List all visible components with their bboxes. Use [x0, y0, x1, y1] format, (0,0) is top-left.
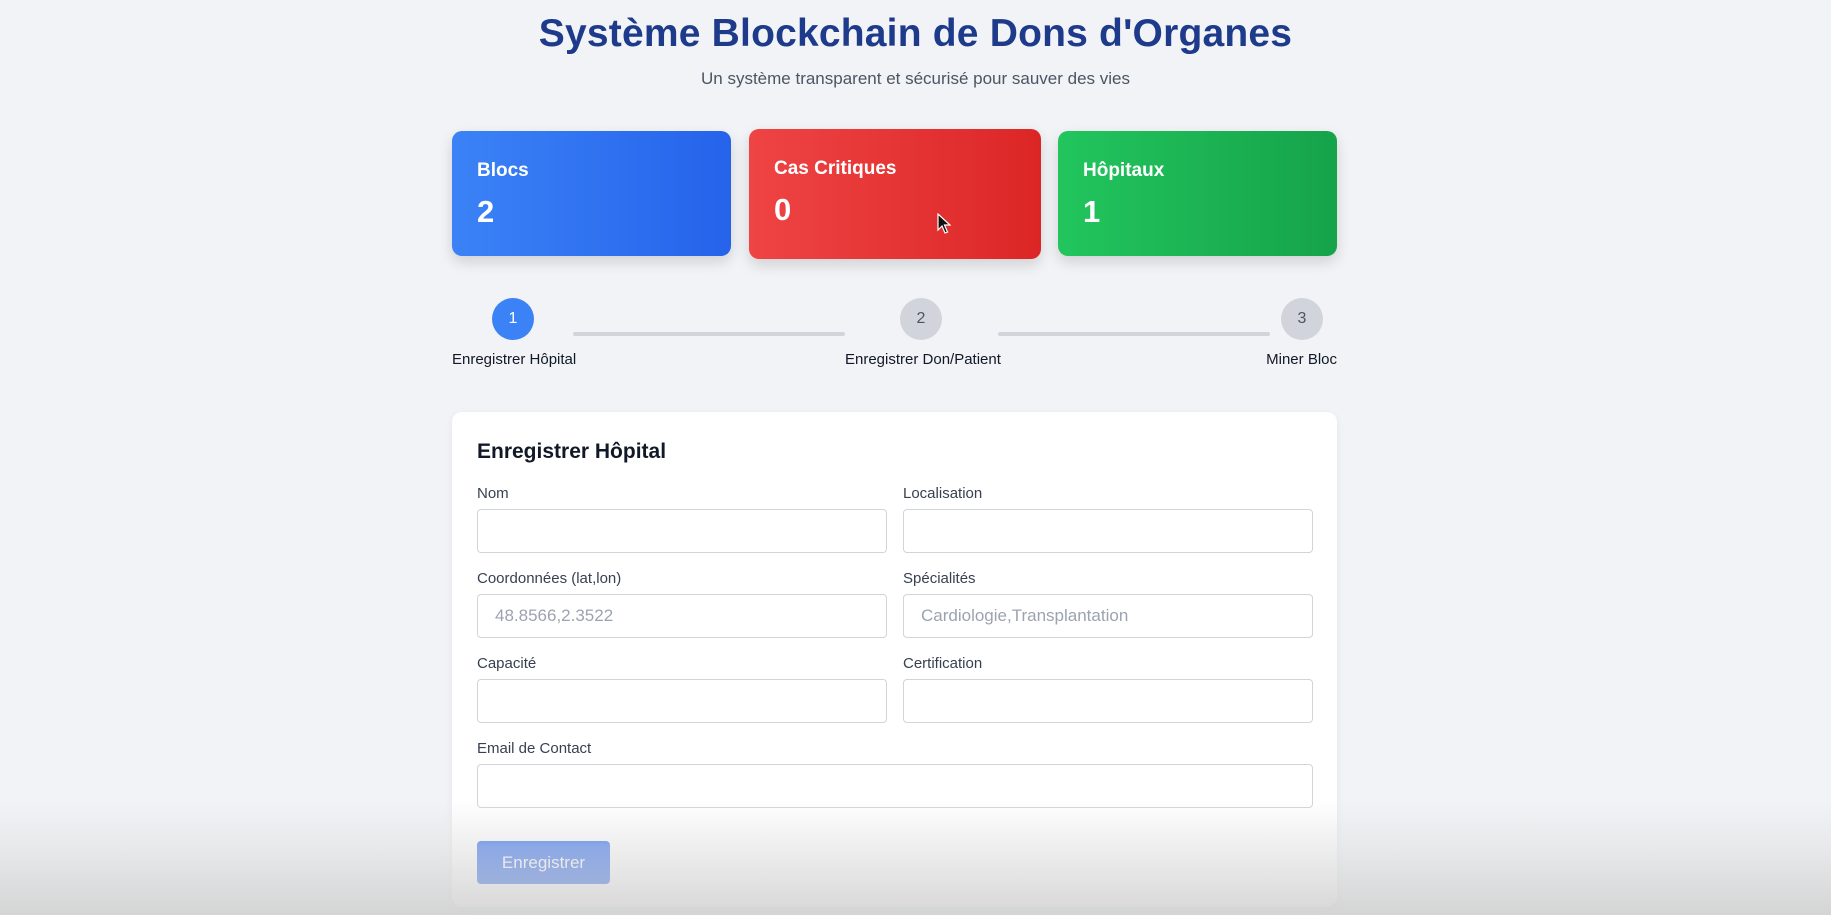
step-label-1: Enregistrer Hôpital: [452, 351, 577, 368]
stat-card-critical: Cas Critiques 0: [749, 129, 1041, 259]
progress-stepper: 1 Enregistrer Hôpital 2 Enregistrer Don/…: [452, 298, 1337, 368]
step-label-3: Miner Bloc: [1266, 351, 1337, 368]
certification-label: Certification: [903, 655, 983, 672]
step-connector-2: [998, 332, 1270, 336]
stat-label-critical: Cas Critiques: [774, 158, 897, 179]
stat-label-blocks: Blocs: [477, 160, 529, 181]
stats-cards: Blocs 2 Cas Critiques 0 Hôpitaux 1: [452, 129, 1337, 259]
step-circle-1[interactable]: 1: [492, 298, 534, 340]
stat-card-blocks: Blocs 2: [452, 131, 731, 256]
hospital-registration-form: Enregistrer Hôpital Nom Localisation Coo…: [452, 412, 1337, 907]
coordinates-input[interactable]: [477, 594, 887, 638]
email-input[interactable]: [477, 764, 1313, 808]
page-title: Système Blockchain de Dons d'Organes: [538, 12, 1293, 55]
coordinates-label: Coordonnées (lat,lon): [477, 570, 622, 587]
name-input[interactable]: [477, 509, 887, 553]
specialties-label: Spécialités: [903, 570, 976, 587]
field-coordinates: Coordonnées (lat,lon): [477, 570, 887, 638]
capacity-input[interactable]: [477, 679, 887, 723]
step-circle-3[interactable]: 3: [1281, 298, 1323, 340]
stat-card-hospitals: Hôpitaux 1: [1058, 131, 1337, 256]
certification-input[interactable]: [903, 679, 1313, 723]
field-email: Email de Contact: [477, 740, 1313, 808]
step-circle-2[interactable]: 2: [900, 298, 942, 340]
stat-value-hospitals: 1: [1083, 194, 1101, 229]
capacity-label: Capacité: [477, 655, 537, 672]
field-specialties: Spécialités: [903, 570, 1313, 638]
field-location: Localisation: [903, 485, 1313, 553]
form-title: Enregistrer Hôpital: [477, 440, 667, 463]
mouse-cursor-icon: [937, 213, 951, 234]
field-capacity: Capacité: [477, 655, 887, 723]
register-button[interactable]: Enregistrer: [477, 841, 610, 884]
email-label: Email de Contact: [477, 740, 592, 757]
stat-value-critical: 0: [774, 192, 792, 227]
page-subtitle: Un système transparent et sécurisé pour …: [701, 69, 1130, 88]
step-label-2: Enregistrer Don/Patient: [845, 351, 1001, 368]
location-label: Localisation: [903, 485, 983, 502]
field-name: Nom: [477, 485, 887, 553]
step-connector-1: [573, 332, 845, 336]
name-label: Nom: [477, 485, 509, 502]
page: Système Blockchain de Dons d'Organes Un …: [0, 0, 1831, 915]
location-input[interactable]: [903, 509, 1313, 553]
stat-label-hospitals: Hôpitaux: [1083, 160, 1165, 181]
specialties-input[interactable]: [903, 594, 1313, 638]
header: Système Blockchain de Dons d'Organes Un …: [0, 12, 1831, 89]
stat-value-blocks: 2: [477, 194, 495, 229]
field-certification: Certification: [903, 655, 1313, 723]
